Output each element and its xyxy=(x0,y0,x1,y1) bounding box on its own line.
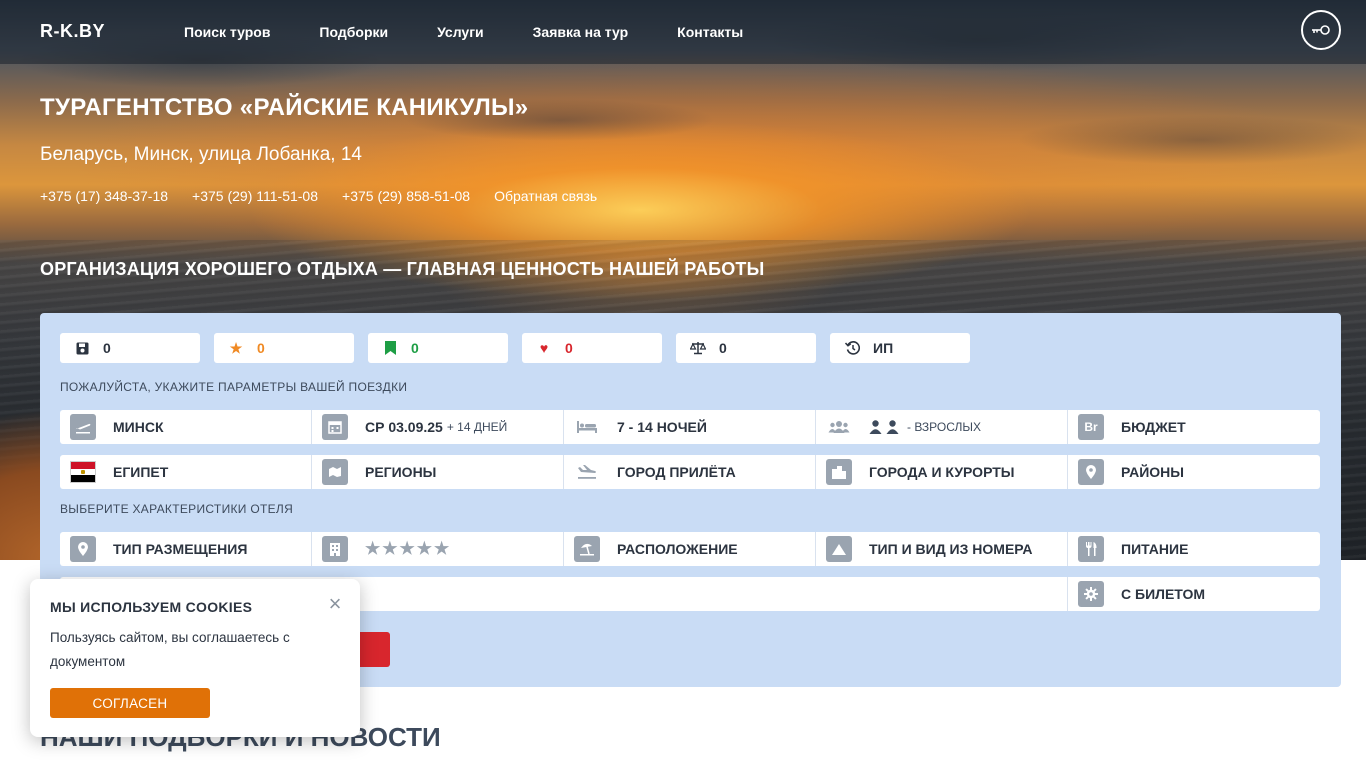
person-icon xyxy=(886,420,899,434)
bookmark-icon xyxy=(382,341,398,355)
key-icon xyxy=(1312,25,1330,35)
favorites-counter[interactable]: ♥ 0 xyxy=(522,333,662,363)
hotel-stars-field[interactable]: ★★★★★ xyxy=(312,532,564,566)
regions-field[interactable]: РЕГИОНЫ xyxy=(312,455,564,489)
user-counters: 0 ★ 0 0 ♥ 0 0 ИП xyxy=(60,333,984,363)
favorites-count: 0 xyxy=(565,340,573,356)
agency-title: ТУРАГЕНТСТВО «РАЙСКИЕ КАНИКУЛЫ» xyxy=(40,94,529,121)
search-row-main: МИНСК СР 03.09.25 + 14 ДНЕЙ 7 - 14 НОЧЕЙ… xyxy=(60,410,1320,444)
group-icon xyxy=(826,414,852,440)
star-rating-selector[interactable]: ★★★★★ xyxy=(365,539,451,559)
hotel-params-label: ВЫБЕРИТЕ ХАРАКТЕРИСТИКИ ОТЕЛЯ xyxy=(60,502,294,516)
accommodation-type-field[interactable]: ТИП РАЗМЕЩЕНИЯ xyxy=(60,532,312,566)
agency-tagline: ОРГАНИЗАЦИЯ ХОРОШЕГО ОТДЫХА — ГЛАВНАЯ ЦЕ… xyxy=(40,259,765,279)
search-row-destination: ЕГИПЕТ РЕГИОНЫ ГОРОД ПРИЛЁТА ГОРОДА И КУ… xyxy=(60,455,1320,489)
meals-field[interactable]: ПИТАНИЕ xyxy=(1068,532,1320,566)
compare-counter[interactable]: 0 xyxy=(676,333,816,363)
currency-icon: Br xyxy=(1078,414,1104,440)
trip-params-label: ПОЖАЛУЙСТА, УКАЖИТЕ ПАРАМЕТРЫ ВАШЕЙ ПОЕЗ… xyxy=(60,380,408,394)
history-icon xyxy=(844,341,860,355)
nav-item-tour-search[interactable]: Поиск туров xyxy=(184,24,270,40)
agency-address: Беларусь, Минск, улица Лобанка, 14 xyxy=(40,144,362,165)
landing-plane-icon xyxy=(574,459,600,485)
country-field[interactable]: ЕГИПЕТ xyxy=(60,455,312,489)
star-icon: ★ xyxy=(229,339,243,356)
room-type-field[interactable]: ТИП И ВИД ИЗ НОМЕРА xyxy=(816,532,1068,566)
rated-count: 0 xyxy=(257,340,265,356)
save-icon xyxy=(74,342,90,355)
egypt-flag-icon xyxy=(70,461,96,483)
close-icon[interactable]: × xyxy=(325,593,345,615)
date-field[interactable]: СР 03.09.25 + 14 ДНЕЙ xyxy=(312,410,564,444)
nav-item-services[interactable]: Услуги xyxy=(437,24,484,40)
city-buildings-icon xyxy=(826,459,852,485)
departure-city-field[interactable]: МИНСК xyxy=(60,410,312,444)
map-pin-icon xyxy=(1078,459,1104,485)
nights-field[interactable]: 7 - 14 НОЧЕЙ xyxy=(564,410,816,444)
cookie-title: МЫ ИСПОЛЬЗУЕМ COOKIES xyxy=(50,599,253,615)
history-counter[interactable]: ИП xyxy=(830,333,970,363)
meals-label: ПИТАНИЕ xyxy=(1121,541,1189,557)
adults-label: - ВЗРОСЛЫХ xyxy=(907,420,982,434)
heart-icon: ♥ xyxy=(539,340,549,356)
phone-link-3[interactable]: +375 (29) 858-51-08 xyxy=(342,188,470,204)
nights-value: 7 - 14 НОЧЕЙ xyxy=(617,419,707,435)
cutlery-icon xyxy=(1078,536,1104,562)
arrival-city-label: ГОРОД ПРИЛЁТА xyxy=(617,464,736,480)
search-row-hotel: ТИП РАЗМЕЩЕНИЯ ★★★★★ РАСПОЛОЖЕНИЕ ТИП И … xyxy=(60,532,1320,566)
country-value: ЕГИПЕТ xyxy=(113,464,169,480)
map-region-icon xyxy=(322,459,348,485)
bookmarks-count: 0 xyxy=(411,340,419,356)
with-ticket-label: С БИЛЕТОМ xyxy=(1121,586,1206,602)
top-navigation-bar: R-K.BY Поиск туров Подборки Услуги Заявк… xyxy=(0,0,1366,64)
person-icon xyxy=(869,420,882,434)
scales-icon xyxy=(690,341,706,355)
bookmarks-counter[interactable]: 0 xyxy=(368,333,508,363)
bed-icon xyxy=(574,414,600,440)
login-button[interactable] xyxy=(1301,10,1341,50)
adult-icons xyxy=(869,420,899,434)
accommodation-type-label: ТИП РАЗМЕЩЕНИЯ xyxy=(113,541,248,557)
saved-count: 0 xyxy=(103,340,111,356)
districts-field[interactable]: РАЙОНЫ xyxy=(1068,455,1320,489)
cookie-agree-button[interactable]: СОГЛАСЕН xyxy=(50,688,210,718)
cookie-text: Пользуясь сайтом, вы соглашаетесь с доку… xyxy=(50,630,290,669)
hotel-building-icon xyxy=(322,536,348,562)
room-type-label: ТИП И ВИД ИЗ НОМЕРА xyxy=(869,541,1033,557)
map-pin-icon xyxy=(70,536,96,562)
cookie-consent-popup: МЫ ИСПОЛЬЗУЕМ COOKIES × Пользуясь сайтом… xyxy=(30,579,360,737)
tourists-field[interactable]: - ВЗРОСЛЫХ xyxy=(816,410,1068,444)
budget-field[interactable]: Br БЮДЖЕТ xyxy=(1068,410,1320,444)
gear-icon xyxy=(1078,581,1104,607)
nav-item-collections[interactable]: Подборки xyxy=(319,24,388,40)
phone-link-2[interactable]: +375 (29) 111-51-08 xyxy=(192,188,318,204)
rated-counter[interactable]: ★ 0 xyxy=(214,333,354,363)
location-label: РАСПОЛОЖЕНИЕ xyxy=(617,541,738,557)
cities-resorts-field[interactable]: ГОРОДА И КУРОРТЫ xyxy=(816,455,1068,489)
departure-plane-icon xyxy=(70,414,96,440)
contact-links: +375 (17) 348-37-18 +375 (29) 111-51-08 … xyxy=(40,188,621,204)
nav-item-contacts[interactable]: Контакты xyxy=(677,24,743,40)
saved-counter[interactable]: 0 xyxy=(60,333,200,363)
regions-label: РЕГИОНЫ xyxy=(365,464,437,480)
phone-link-1[interactable]: +375 (17) 348-37-18 xyxy=(40,188,168,204)
beach-umbrella-icon xyxy=(574,536,600,562)
location-field[interactable]: РАСПОЛОЖЕНИЕ xyxy=(564,532,816,566)
arrival-city-field[interactable]: ГОРОД ПРИЛЁТА xyxy=(564,455,816,489)
calendar-icon xyxy=(322,414,348,440)
history-value: ИП xyxy=(873,340,894,356)
budget-label: БЮДЖЕТ xyxy=(1121,419,1186,435)
main-nav: Поиск туров Подборки Услуги Заявка на ту… xyxy=(184,24,792,40)
site-logo[interactable]: R-K.BY xyxy=(40,21,105,42)
feedback-link[interactable]: Обратная связь xyxy=(494,188,597,204)
cities-resorts-label: ГОРОДА И КУРОРТЫ xyxy=(869,464,1015,480)
compare-count: 0 xyxy=(719,340,727,356)
date-value: СР 03.09.25 xyxy=(365,419,443,435)
mountain-view-icon xyxy=(826,536,852,562)
with-ticket-field[interactable]: С БИЛЕТОМ xyxy=(1068,577,1320,611)
date-range-extra: + 14 ДНЕЙ xyxy=(446,420,508,434)
departure-city-value: МИНСК xyxy=(113,419,164,435)
districts-label: РАЙОНЫ xyxy=(1121,464,1184,480)
nav-item-tour-request[interactable]: Заявка на тур xyxy=(533,24,629,40)
